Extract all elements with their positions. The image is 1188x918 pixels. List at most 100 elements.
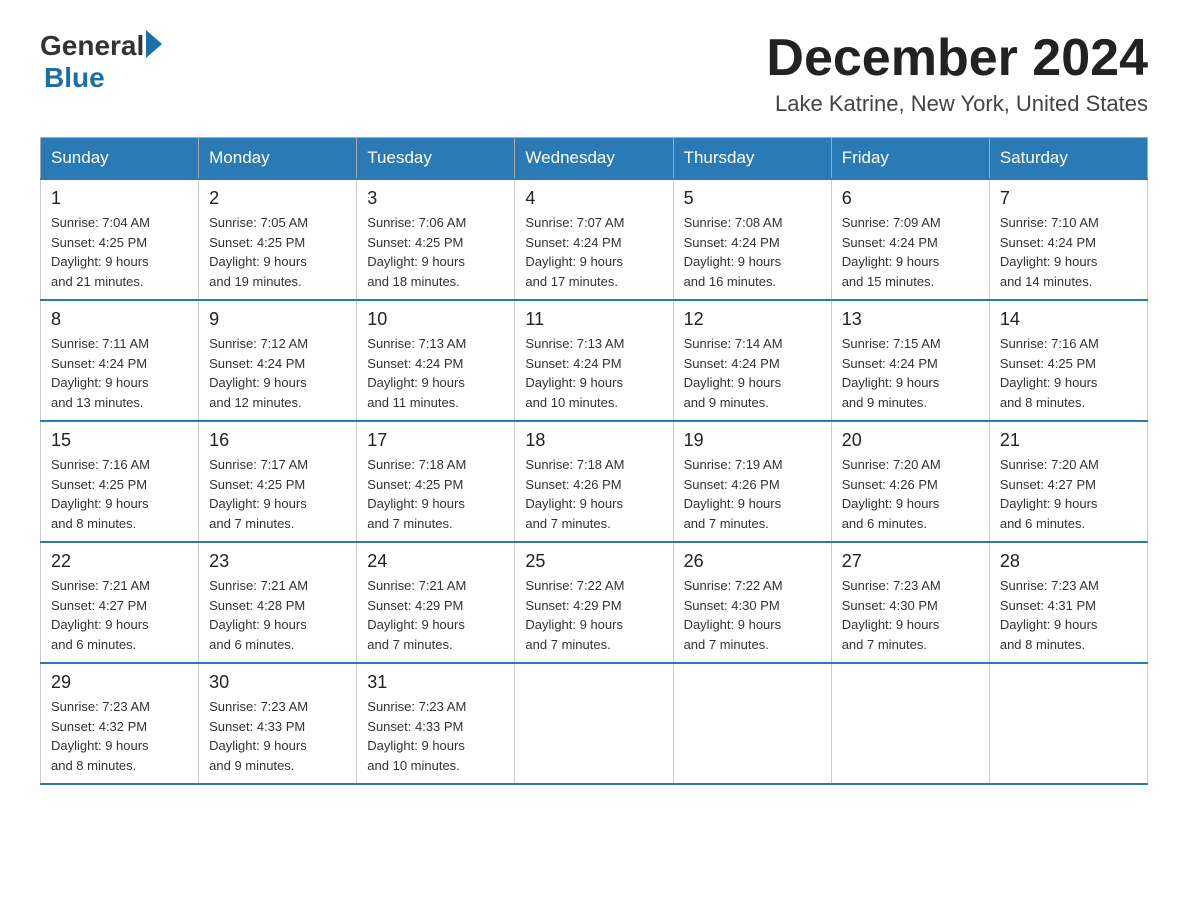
day-number: 1	[51, 188, 188, 209]
calendar-cell: 20 Sunrise: 7:20 AM Sunset: 4:26 PM Dayl…	[831, 421, 989, 542]
calendar-cell: 27 Sunrise: 7:23 AM Sunset: 4:30 PM Dayl…	[831, 542, 989, 663]
day-info: Sunrise: 7:09 AM Sunset: 4:24 PM Dayligh…	[842, 213, 979, 291]
day-info: Sunrise: 7:05 AM Sunset: 4:25 PM Dayligh…	[209, 213, 346, 291]
day-info: Sunrise: 7:22 AM Sunset: 4:29 PM Dayligh…	[525, 576, 662, 654]
calendar-cell: 4 Sunrise: 7:07 AM Sunset: 4:24 PM Dayli…	[515, 179, 673, 300]
day-info: Sunrise: 7:17 AM Sunset: 4:25 PM Dayligh…	[209, 455, 346, 533]
day-info: Sunrise: 7:23 AM Sunset: 4:31 PM Dayligh…	[1000, 576, 1137, 654]
calendar-cell: 8 Sunrise: 7:11 AM Sunset: 4:24 PM Dayli…	[41, 300, 199, 421]
day-info: Sunrise: 7:21 AM Sunset: 4:27 PM Dayligh…	[51, 576, 188, 654]
day-number: 4	[525, 188, 662, 209]
col-saturday: Saturday	[989, 138, 1147, 180]
header-row: Sunday Monday Tuesday Wednesday Thursday…	[41, 138, 1148, 180]
calendar-cell	[515, 663, 673, 784]
day-number: 16	[209, 430, 346, 451]
calendar-week-5: 29 Sunrise: 7:23 AM Sunset: 4:32 PM Dayl…	[41, 663, 1148, 784]
calendar-cell: 3 Sunrise: 7:06 AM Sunset: 4:25 PM Dayli…	[357, 179, 515, 300]
location-subtitle: Lake Katrine, New York, United States	[766, 91, 1148, 117]
calendar-cell: 16 Sunrise: 7:17 AM Sunset: 4:25 PM Dayl…	[199, 421, 357, 542]
day-number: 19	[684, 430, 821, 451]
calendar-week-1: 1 Sunrise: 7:04 AM Sunset: 4:25 PM Dayli…	[41, 179, 1148, 300]
month-title: December 2024	[766, 30, 1148, 87]
calendar-cell	[673, 663, 831, 784]
calendar-week-3: 15 Sunrise: 7:16 AM Sunset: 4:25 PM Dayl…	[41, 421, 1148, 542]
day-number: 7	[1000, 188, 1137, 209]
calendar-cell: 1 Sunrise: 7:04 AM Sunset: 4:25 PM Dayli…	[41, 179, 199, 300]
day-number: 2	[209, 188, 346, 209]
day-info: Sunrise: 7:10 AM Sunset: 4:24 PM Dayligh…	[1000, 213, 1137, 291]
calendar-cell: 10 Sunrise: 7:13 AM Sunset: 4:24 PM Dayl…	[357, 300, 515, 421]
calendar-cell: 29 Sunrise: 7:23 AM Sunset: 4:32 PM Dayl…	[41, 663, 199, 784]
logo-text-general: General	[40, 30, 144, 62]
day-number: 28	[1000, 551, 1137, 572]
day-info: Sunrise: 7:13 AM Sunset: 4:24 PM Dayligh…	[525, 334, 662, 412]
day-number: 12	[684, 309, 821, 330]
day-number: 23	[209, 551, 346, 572]
col-tuesday: Tuesday	[357, 138, 515, 180]
day-info: Sunrise: 7:12 AM Sunset: 4:24 PM Dayligh…	[209, 334, 346, 412]
calendar-cell: 31 Sunrise: 7:23 AM Sunset: 4:33 PM Dayl…	[357, 663, 515, 784]
calendar-cell	[831, 663, 989, 784]
calendar-week-2: 8 Sunrise: 7:11 AM Sunset: 4:24 PM Dayli…	[41, 300, 1148, 421]
day-number: 15	[51, 430, 188, 451]
day-number: 20	[842, 430, 979, 451]
calendar-cell	[989, 663, 1147, 784]
col-sunday: Sunday	[41, 138, 199, 180]
day-info: Sunrise: 7:16 AM Sunset: 4:25 PM Dayligh…	[1000, 334, 1137, 412]
day-number: 8	[51, 309, 188, 330]
day-number: 3	[367, 188, 504, 209]
day-number: 24	[367, 551, 504, 572]
calendar-cell: 2 Sunrise: 7:05 AM Sunset: 4:25 PM Dayli…	[199, 179, 357, 300]
day-info: Sunrise: 7:04 AM Sunset: 4:25 PM Dayligh…	[51, 213, 188, 291]
day-number: 22	[51, 551, 188, 572]
day-info: Sunrise: 7:23 AM Sunset: 4:32 PM Dayligh…	[51, 697, 188, 775]
day-number: 17	[367, 430, 504, 451]
calendar-cell: 26 Sunrise: 7:22 AM Sunset: 4:30 PM Dayl…	[673, 542, 831, 663]
page-header: General Blue December 2024 Lake Katrine,…	[40, 30, 1148, 117]
day-info: Sunrise: 7:07 AM Sunset: 4:24 PM Dayligh…	[525, 213, 662, 291]
calendar-cell: 13 Sunrise: 7:15 AM Sunset: 4:24 PM Dayl…	[831, 300, 989, 421]
day-info: Sunrise: 7:18 AM Sunset: 4:25 PM Dayligh…	[367, 455, 504, 533]
day-info: Sunrise: 7:23 AM Sunset: 4:30 PM Dayligh…	[842, 576, 979, 654]
day-info: Sunrise: 7:21 AM Sunset: 4:29 PM Dayligh…	[367, 576, 504, 654]
day-number: 13	[842, 309, 979, 330]
day-info: Sunrise: 7:22 AM Sunset: 4:30 PM Dayligh…	[684, 576, 821, 654]
col-wednesday: Wednesday	[515, 138, 673, 180]
calendar-cell: 18 Sunrise: 7:18 AM Sunset: 4:26 PM Dayl…	[515, 421, 673, 542]
calendar-cell: 23 Sunrise: 7:21 AM Sunset: 4:28 PM Dayl…	[199, 542, 357, 663]
day-info: Sunrise: 7:11 AM Sunset: 4:24 PM Dayligh…	[51, 334, 188, 412]
day-number: 25	[525, 551, 662, 572]
day-number: 9	[209, 309, 346, 330]
day-info: Sunrise: 7:18 AM Sunset: 4:26 PM Dayligh…	[525, 455, 662, 533]
calendar-cell: 30 Sunrise: 7:23 AM Sunset: 4:33 PM Dayl…	[199, 663, 357, 784]
calendar-cell: 28 Sunrise: 7:23 AM Sunset: 4:31 PM Dayl…	[989, 542, 1147, 663]
day-info: Sunrise: 7:21 AM Sunset: 4:28 PM Dayligh…	[209, 576, 346, 654]
day-number: 14	[1000, 309, 1137, 330]
day-number: 18	[525, 430, 662, 451]
day-number: 27	[842, 551, 979, 572]
col-thursday: Thursday	[673, 138, 831, 180]
calendar-cell: 9 Sunrise: 7:12 AM Sunset: 4:24 PM Dayli…	[199, 300, 357, 421]
logo-arrow-icon	[146, 30, 162, 58]
day-number: 11	[525, 309, 662, 330]
calendar-cell: 6 Sunrise: 7:09 AM Sunset: 4:24 PM Dayli…	[831, 179, 989, 300]
calendar-week-4: 22 Sunrise: 7:21 AM Sunset: 4:27 PM Dayl…	[41, 542, 1148, 663]
logo-text-blue: Blue	[44, 62, 105, 94]
calendar-cell: 15 Sunrise: 7:16 AM Sunset: 4:25 PM Dayl…	[41, 421, 199, 542]
calendar-cell: 25 Sunrise: 7:22 AM Sunset: 4:29 PM Dayl…	[515, 542, 673, 663]
col-friday: Friday	[831, 138, 989, 180]
day-number: 21	[1000, 430, 1137, 451]
day-info: Sunrise: 7:16 AM Sunset: 4:25 PM Dayligh…	[51, 455, 188, 533]
day-number: 6	[842, 188, 979, 209]
day-info: Sunrise: 7:19 AM Sunset: 4:26 PM Dayligh…	[684, 455, 821, 533]
calendar-cell: 11 Sunrise: 7:13 AM Sunset: 4:24 PM Dayl…	[515, 300, 673, 421]
col-monday: Monday	[199, 138, 357, 180]
day-info: Sunrise: 7:23 AM Sunset: 4:33 PM Dayligh…	[367, 697, 504, 775]
day-number: 5	[684, 188, 821, 209]
day-info: Sunrise: 7:20 AM Sunset: 4:26 PM Dayligh…	[842, 455, 979, 533]
day-number: 10	[367, 309, 504, 330]
day-info: Sunrise: 7:13 AM Sunset: 4:24 PM Dayligh…	[367, 334, 504, 412]
day-info: Sunrise: 7:14 AM Sunset: 4:24 PM Dayligh…	[684, 334, 821, 412]
day-info: Sunrise: 7:08 AM Sunset: 4:24 PM Dayligh…	[684, 213, 821, 291]
day-number: 30	[209, 672, 346, 693]
